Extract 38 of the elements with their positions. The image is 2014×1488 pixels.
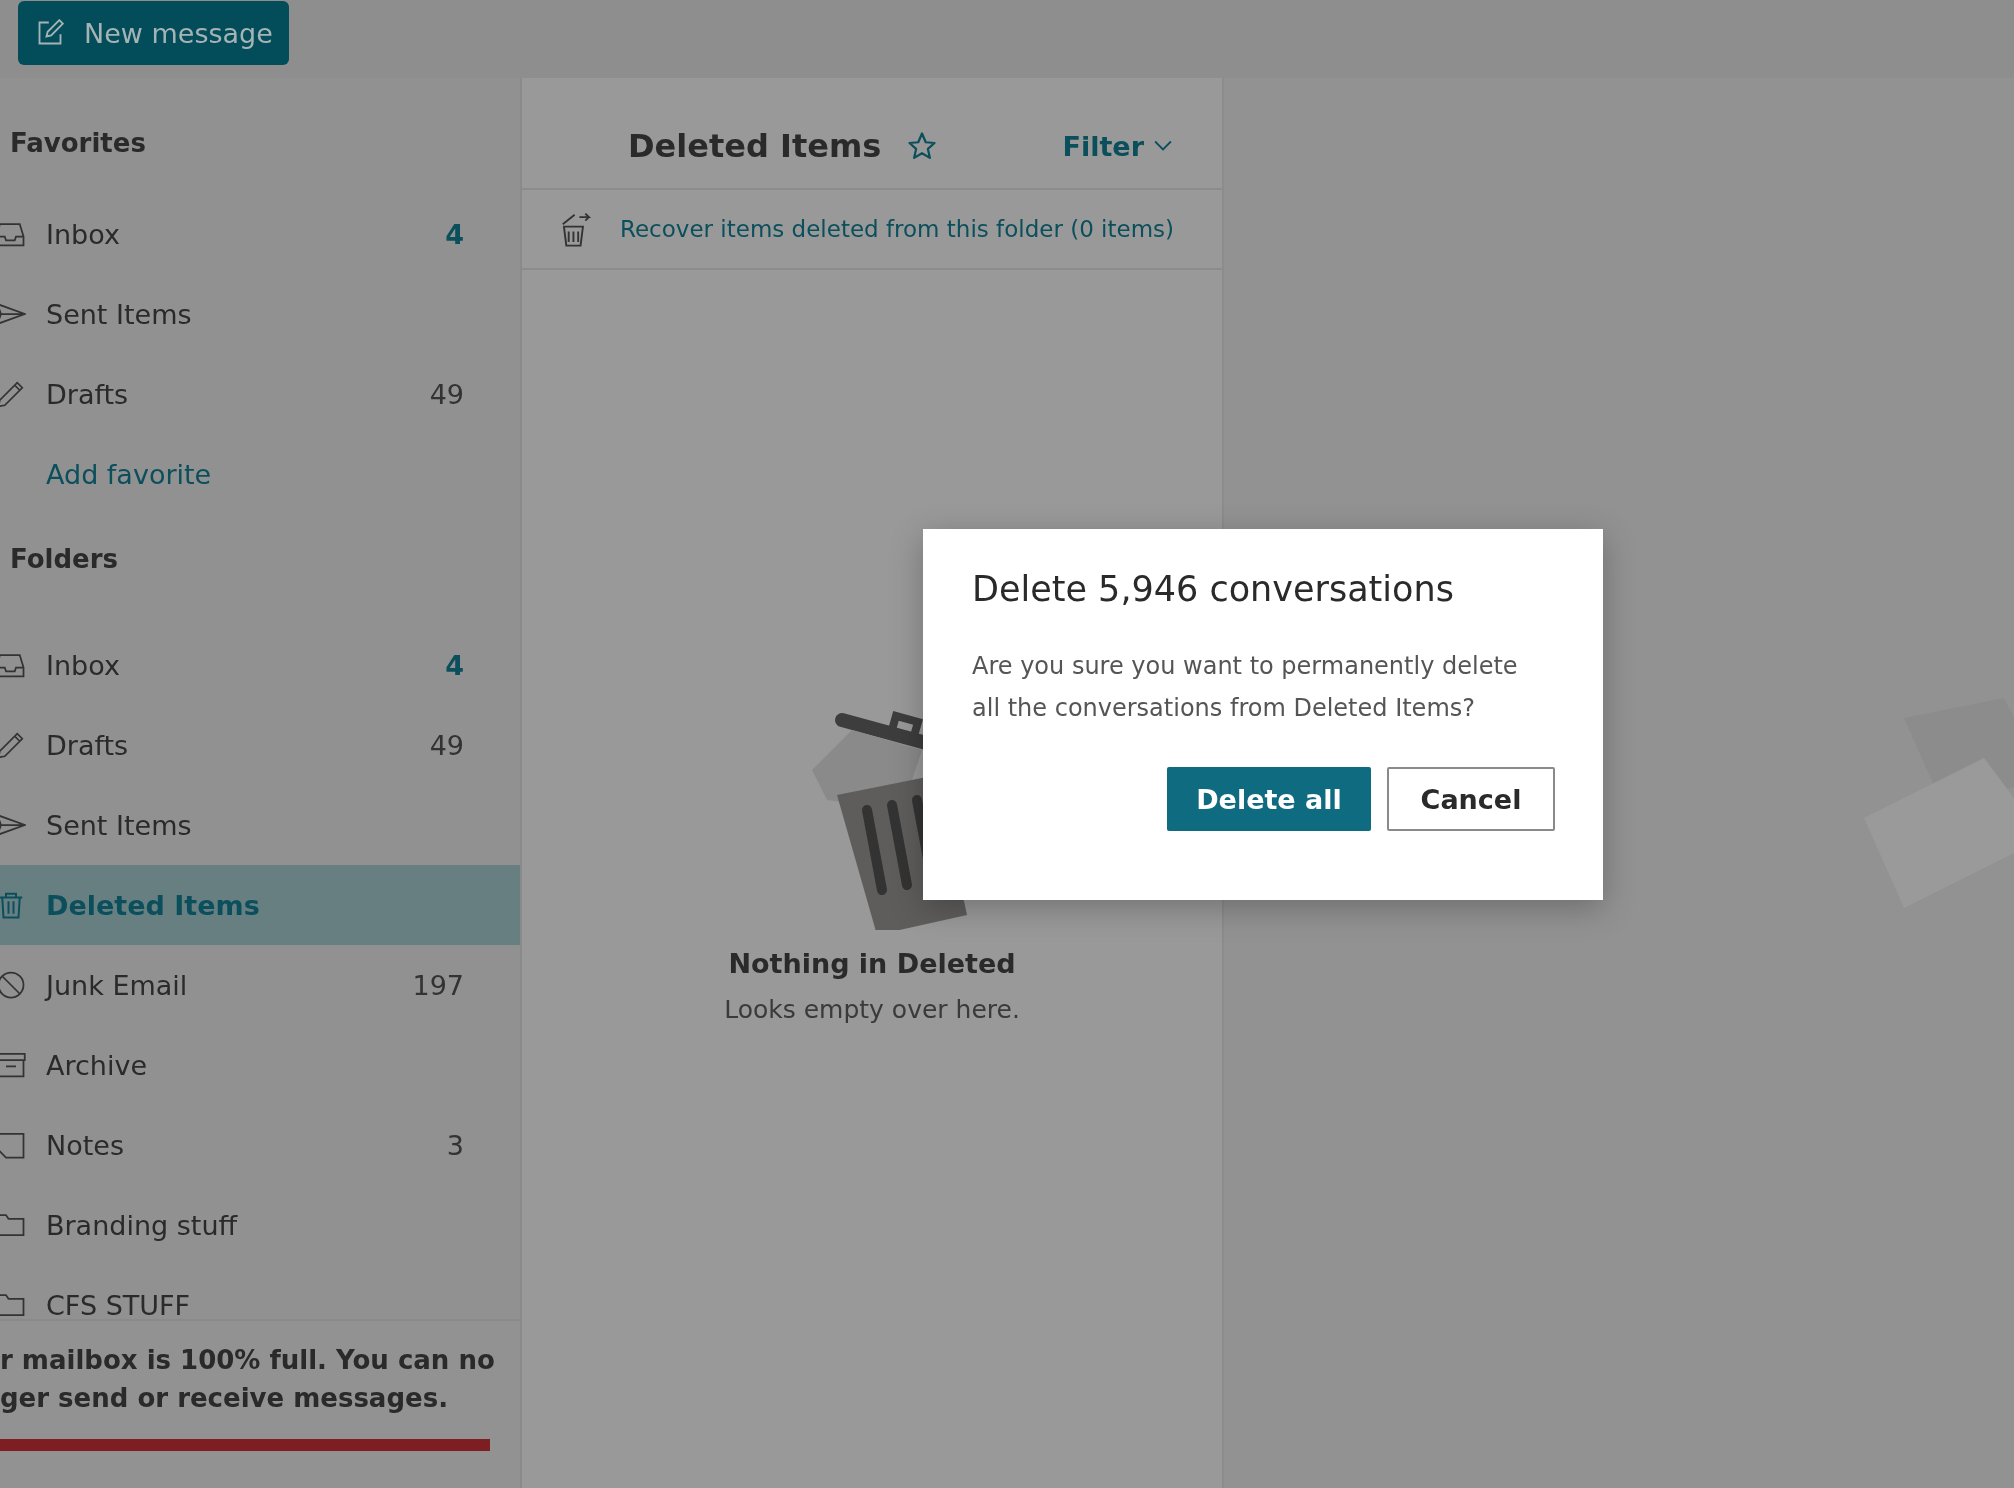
- folder-item[interactable]: Inbox 4: [0, 625, 520, 705]
- star-icon[interactable]: [907, 131, 938, 161]
- folder-item[interactable]: Branding stuff: [0, 1185, 520, 1265]
- folder-item[interactable]: Archive: [0, 1025, 520, 1105]
- item-count: 49: [429, 729, 464, 761]
- delete-all-button[interactable]: Delete all: [1167, 767, 1371, 831]
- folder-item[interactable]: Notes 3: [0, 1105, 520, 1185]
- dialog-message: Are you sure you want to permanently delete all the conversations from Deleted Items?: [972, 651, 1518, 724]
- dialog-title: Delete 5,946 conversations: [972, 569, 1455, 609]
- cancel-button[interactable]: Cancel: [1387, 767, 1555, 831]
- recover-items-link[interactable]: Recover items deleted from this folder (0 items): [620, 216, 1174, 242]
- pencil-icon: [0, 379, 26, 409]
- item-count: 4: [445, 218, 464, 250]
- folder-item[interactable]: CFS STUFF: [0, 1265, 520, 1319]
- compose-icon: [36, 19, 64, 47]
- chevron-down-icon: [1154, 140, 1172, 152]
- folder-item[interactable]: Sent Items: [0, 785, 520, 865]
- archive-box-icon: [0, 1050, 26, 1080]
- new-message-button[interactable]: New message: [18, 1, 289, 65]
- folder-item[interactable]: Drafts 49: [0, 705, 520, 785]
- pencil-icon: [0, 730, 26, 760]
- empty-state-title: Nothing in Deleted: [728, 948, 1016, 979]
- folder-item[interactable]: Inbox 4: [0, 194, 520, 274]
- folder-title: Deleted Items: [628, 127, 882, 165]
- folder-item[interactable]: Drafts 49: [0, 354, 520, 434]
- item-count: 4: [445, 649, 464, 681]
- item-count: 49: [429, 378, 464, 410]
- item-count: 197: [412, 969, 464, 1001]
- item-count: 3: [446, 1129, 464, 1161]
- folder-item[interactable]: Sent Items: [0, 274, 520, 354]
- folder-item[interactable]: Junk Email 197: [0, 945, 520, 1025]
- section-heading[interactable]: Favorites: [0, 103, 146, 183]
- blocked-icon: [0, 970, 26, 1000]
- note-icon: [0, 1130, 26, 1160]
- empty-state-subtitle: Looks empty over here.: [724, 995, 1020, 1024]
- filter-button[interactable]: Filter: [1062, 130, 1172, 162]
- section-heading[interactable]: Folders: [0, 519, 119, 599]
- add-favorite-link[interactable]: Add favorite: [46, 458, 212, 490]
